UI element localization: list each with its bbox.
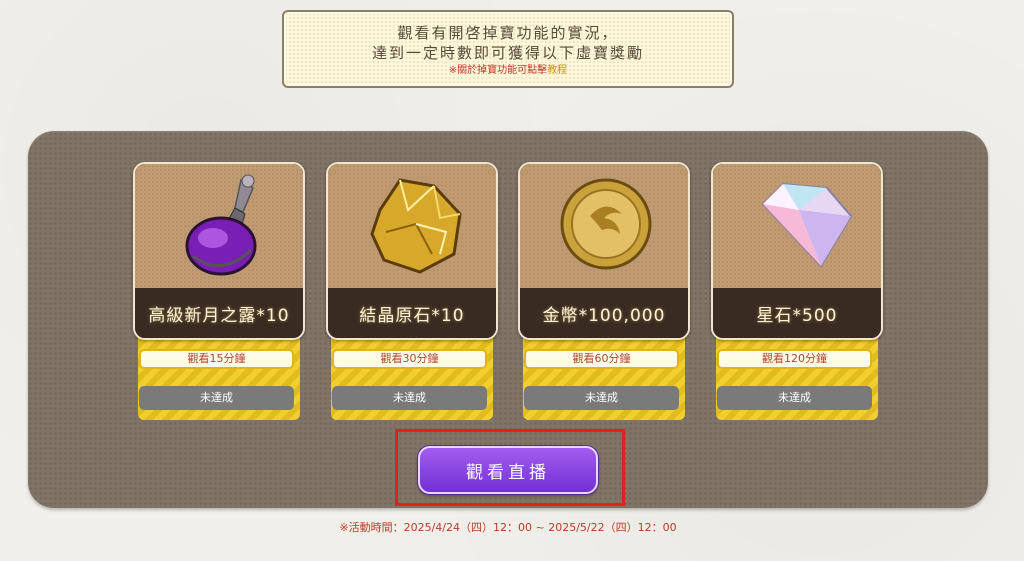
watch-requirement: 觀看60分鐘 (524, 349, 679, 369)
reward-art (328, 164, 496, 288)
reward-card-4: 星石*500 觀看120分鐘 未達成 (711, 162, 883, 420)
reward-card-1: 高級新月之露*10 觀看15分鐘 未達成 (133, 162, 305, 420)
watch-requirement: 觀看15分鐘 (139, 349, 294, 369)
watch-live-button[interactable]: 觀看直播 (418, 446, 598, 494)
reward-art (713, 164, 881, 288)
reward-frame: 高級新月之露*10 (133, 162, 305, 340)
reward-frame: 結晶原石*10 (326, 162, 498, 340)
reward-name: 結晶原石*10 (328, 288, 496, 338)
reward-card-3: 金幣*100,000 觀看60分鐘 未達成 (518, 162, 690, 420)
reward-art (520, 164, 688, 288)
tutorial-note-text: ※關於掉寶功能可點擊 (448, 65, 548, 76)
reward-frame: 金幣*100,000 (518, 162, 690, 340)
event-period: ※活動時間：2025/4/24（四）12：00 ~ 2025/5/22（四）12… (339, 521, 677, 534)
reward-name: 高級新月之露*10 (135, 288, 303, 338)
status-button[interactable]: 未達成 (139, 386, 294, 410)
status-button[interactable]: 未達成 (524, 386, 679, 410)
reward-card-2: 結晶原石*10 觀看30分鐘 未達成 (326, 162, 498, 420)
reward-name: 金幣*100,000 (520, 288, 688, 338)
tutorial-note: ※關於掉寶功能可點擊教程 (284, 63, 732, 79)
drop-info-notice: 觀看有開啓掉寶功能的實況， 達到一定時數即可獲得以下虛寶獎勵 ※關於掉寶功能可點… (282, 10, 734, 88)
tutorial-link[interactable]: 教程 (547, 65, 567, 76)
watch-requirement: 觀看30分鐘 (332, 349, 487, 369)
reward-art (135, 164, 303, 288)
watch-requirement: 觀看120分鐘 (717, 349, 872, 369)
reward-frame: 星石*500 (711, 162, 883, 340)
status-button[interactable]: 未達成 (717, 386, 872, 410)
status-button[interactable]: 未達成 (332, 386, 487, 410)
reward-name: 星石*500 (713, 288, 881, 338)
notice-line-1: 觀看有開啓掉寶功能的實況， (397, 24, 619, 42)
notice-line-2: 達到一定時數即可獲得以下虛寶獎勵 (371, 44, 644, 62)
